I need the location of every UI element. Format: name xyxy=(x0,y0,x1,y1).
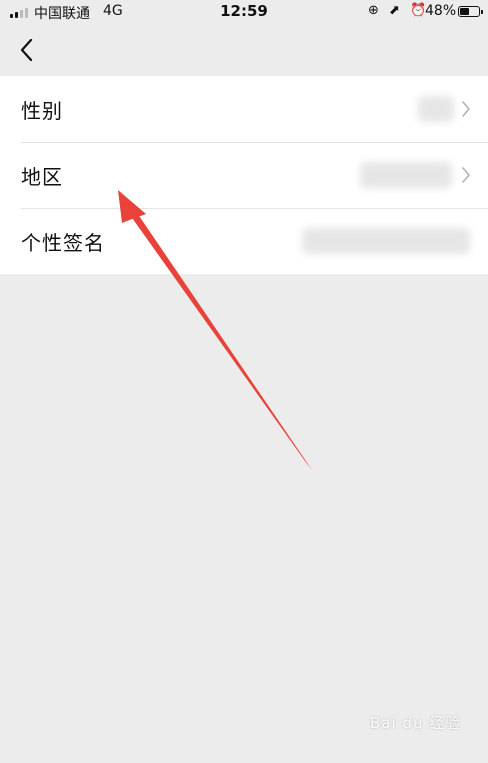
signature-value xyxy=(302,228,470,254)
battery-fill xyxy=(460,8,469,15)
signature-row[interactable]: 个性签名 xyxy=(0,208,488,274)
status-bar: 中国联通 4G 12:59 ⊕ ⬈ ⏰ 48% xyxy=(0,0,488,24)
status-icons: ⊕ ⬈ ⏰ xyxy=(368,3,430,18)
chevron-right-icon xyxy=(462,101,470,117)
signature-label: 个性签名 xyxy=(21,230,105,255)
profile-settings-list: 性别 地区 个性签名 xyxy=(0,76,488,274)
region-label: 地区 xyxy=(21,164,63,189)
gender-value xyxy=(418,96,454,122)
region-value xyxy=(360,162,452,188)
back-button[interactable] xyxy=(14,36,42,64)
chevron-right-icon xyxy=(462,167,470,183)
gender-row[interactable]: 性别 xyxy=(0,76,488,142)
gender-label: 性别 xyxy=(21,98,63,123)
watermark: Bai du 经验 xyxy=(370,714,462,732)
region-row[interactable]: 地区 xyxy=(0,142,488,208)
battery-icon xyxy=(458,6,483,17)
screen: 中国联通 4G 12:59 ⊕ ⬈ ⏰ 48% 性别 地区 个性签名 Bai d… xyxy=(0,0,488,763)
chevron-left-icon xyxy=(20,38,33,62)
battery-percentage: 48% xyxy=(425,3,457,19)
